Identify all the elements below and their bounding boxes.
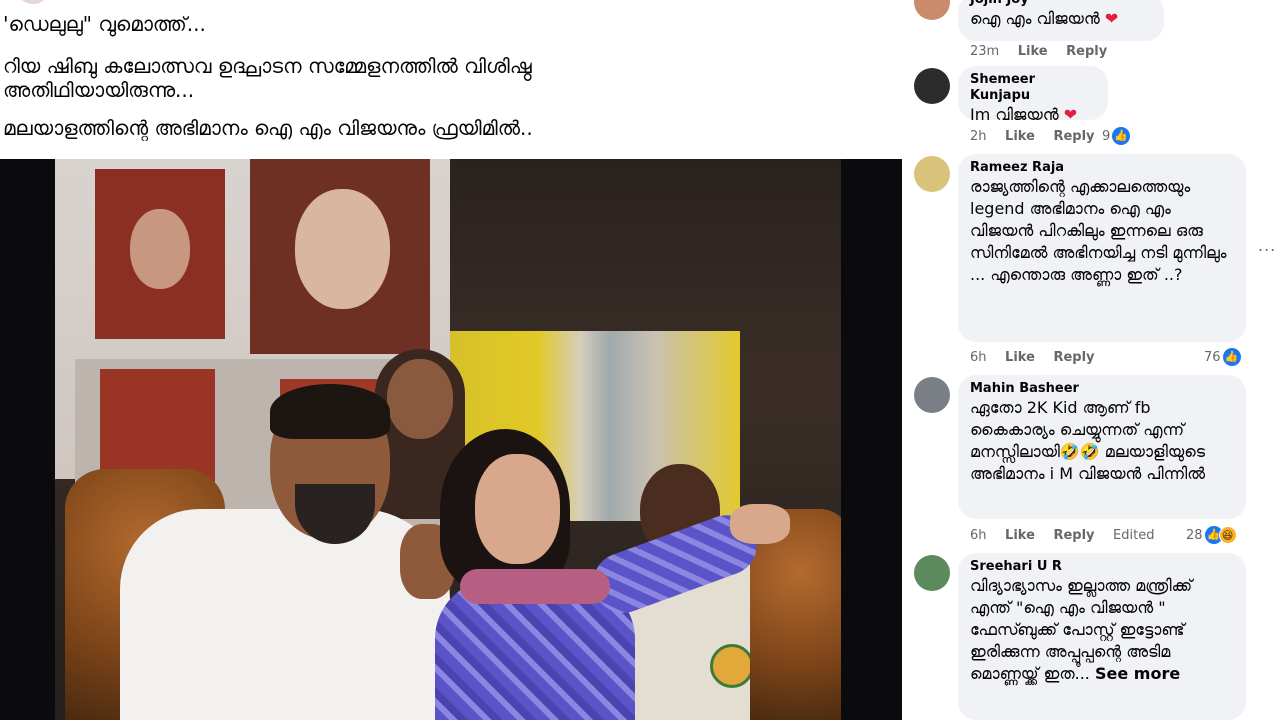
like-button[interactable]: Like	[1005, 129, 1035, 144]
comment-author[interactable]: Mahin Basheer	[970, 381, 1234, 397]
comment-bubble: Sreehari U R വിദ്യാഭ്യാസം ഇല്ലാത്ത മന്ത്…	[958, 553, 1246, 720]
post-photo[interactable]	[0, 159, 902, 720]
photo-scene	[55, 159, 841, 720]
reply-button[interactable]: Reply	[1053, 528, 1094, 543]
comment-text: Im വിജയൻ ❤	[970, 105, 1078, 124]
heart-emoji: ❤	[1104, 9, 1119, 28]
comment-author[interactable]: Jojin Joy	[970, 0, 1152, 8]
post-line: മലയാളത്തിന്റെ അഭിമാനം ഐ എം വിജയനും ഫ്രയി…	[3, 116, 533, 140]
like-button[interactable]: Like	[1005, 350, 1035, 365]
reaction-count[interactable]: 9 👍	[1102, 127, 1131, 145]
reply-button[interactable]: Reply	[1066, 44, 1107, 59]
like-reaction-icon: 👍	[1222, 348, 1241, 366]
post-author-avatar[interactable]	[20, 0, 46, 4]
haha-reaction-icon: 😆	[1218, 526, 1237, 544]
comment-time[interactable]: 23m	[970, 44, 999, 59]
comment-bubble: Rameez Raja രാജ്യത്തിന്റെ എക്കാലത്തെയും …	[958, 154, 1246, 342]
comment-time[interactable]: 6h	[970, 528, 987, 543]
see-more-link[interactable]: See more	[1095, 664, 1180, 683]
reply-button[interactable]: Reply	[1053, 350, 1094, 365]
reaction-count[interactable]: 28 👍 😆	[1186, 526, 1237, 544]
post-container: 'ഡെലുലു" വുമൊത്ത്... റിയ ഷിബു കലോത്സവ ഉദ…	[0, 0, 902, 720]
comment-time[interactable]: 6h	[970, 350, 987, 365]
avatar[interactable]	[914, 0, 950, 20]
post-text: 'ഡെലുലു" വുമൊത്ത്... റിയ ഷിബു കലോത്സവ ഉദ…	[3, 12, 883, 150]
avatar[interactable]	[914, 68, 950, 104]
post-line: റിയ ഷിബു കലോത്സവ ഉദ്ഘാടന സമ്മേളനത്തിൽ വി…	[3, 54, 532, 102]
comment-bubble: Mahin Basheer ഏതോ 2K Kid ആണ് fb കൈകാര്യം…	[958, 375, 1246, 519]
comment-actions: 6h Like Reply	[970, 350, 1109, 366]
comment-actions: 23m Like Reply	[970, 44, 1121, 60]
comment-time[interactable]: 2h	[970, 129, 987, 144]
comment-bubble: Shemeer Kunjapu Im വിജയൻ ❤	[958, 66, 1108, 124]
comment-actions: 2h Like Reply	[970, 129, 1109, 145]
comment-text: ഐ എം വിജയൻ ❤	[970, 9, 1119, 28]
edited-label: Edited	[1113, 528, 1155, 543]
comment-author[interactable]: Rameez Raja	[970, 160, 1234, 176]
post-line: 'ഡെലുലു" വുമൊത്ത്...	[3, 12, 206, 36]
reply-button[interactable]: Reply	[1053, 129, 1094, 144]
more-options-icon[interactable]: ...	[1258, 236, 1276, 255]
comments-panel: Jojin Joy ഐ എം വിജയൻ ❤ 23m Like Reply Sh…	[902, 0, 1280, 720]
comment-author[interactable]: Shemeer Kunjapu	[970, 72, 1096, 104]
photo-person-seated-man	[120, 384, 455, 720]
comment-text: രാജ്യത്തിന്റെ എക്കാലത്തെയും legend അഭിമാ…	[970, 177, 1227, 284]
avatar[interactable]	[914, 555, 950, 591]
comment-author[interactable]: Sreehari U R	[970, 559, 1234, 575]
like-reaction-icon: 👍	[1112, 127, 1131, 145]
comment-bubble: Jojin Joy ഐ എം വിജയൻ ❤	[958, 0, 1164, 41]
avatar[interactable]	[914, 377, 950, 413]
comment-text: ഏതോ 2K Kid ആണ് fb കൈകാര്യം ചെയ്യുന്നത് എ…	[970, 398, 1206, 483]
comment-actions: 6h Like Reply Edited	[970, 528, 1168, 544]
photo-person-woman	[420, 429, 795, 720]
heart-emoji: ❤	[1063, 105, 1078, 124]
reaction-count[interactable]: 76 👍	[1204, 348, 1241, 366]
comment-text: വിദ്യാഭ്യാസം ഇല്ലാത്ത മന്ത്രിക്ക് എന്ത് …	[970, 576, 1193, 683]
like-button[interactable]: Like	[1018, 44, 1048, 59]
like-button[interactable]: Like	[1005, 528, 1035, 543]
avatar[interactable]	[914, 156, 950, 192]
